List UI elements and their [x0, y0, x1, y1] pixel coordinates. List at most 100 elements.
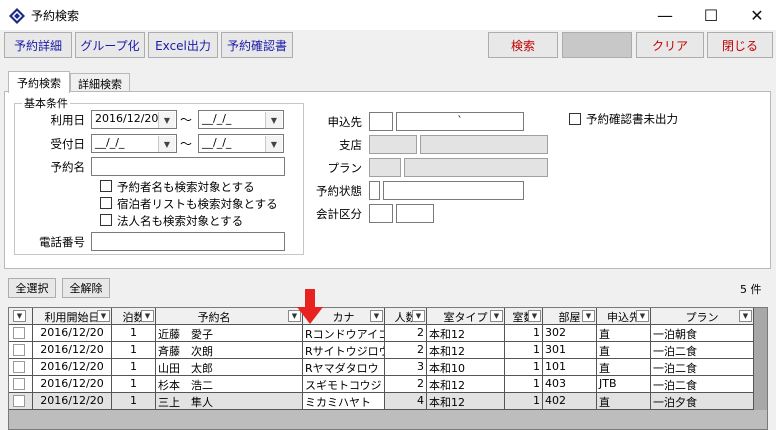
column-header-room[interactable]: 部屋 ▼	[543, 308, 597, 325]
tab-reservation-search[interactable]: 予約検索	[8, 71, 70, 93]
row-select-cell[interactable]	[9, 325, 33, 342]
excel-export-button[interactable]: Excel出力	[148, 32, 218, 58]
confirm-unprinted-checkbox[interactable]	[569, 113, 581, 125]
status-name-input[interactable]	[383, 181, 524, 200]
cell-kana[interactable]: Rヤマダタロウ	[303, 359, 385, 376]
cell-plan[interactable]: 一泊二食	[651, 342, 754, 359]
cell-booker-name[interactable]: 山田 太郎	[156, 359, 303, 376]
cell-booker-name[interactable]: 斉藤 次朗	[156, 342, 303, 359]
chevron-down-icon[interactable]: ▼	[97, 310, 110, 322]
cell-plan[interactable]: 一泊朝食	[651, 325, 754, 342]
header-select-all-dropdown[interactable]: ▼	[9, 308, 33, 325]
chevron-down-icon[interactable]: ▼	[158, 136, 175, 152]
branch-code-input[interactable]	[369, 135, 417, 154]
cell-applicant[interactable]: 直	[597, 325, 651, 342]
close-button[interactable]: 閉じる	[707, 32, 773, 58]
applicant-name-input[interactable]: `	[396, 112, 524, 131]
accept-date-to-field[interactable]: __/_/_ ▼	[198, 134, 284, 153]
row-checkbox[interactable]	[13, 395, 25, 407]
group-button[interactable]: グループ化	[75, 32, 145, 58]
booker-name-checkbox[interactable]	[100, 180, 112, 192]
cell-applicant[interactable]: 直	[597, 359, 651, 376]
cell-room[interactable]: 302	[543, 325, 597, 342]
plan-code-input[interactable]	[369, 158, 401, 177]
cell-nights[interactable]: 1	[112, 393, 156, 410]
column-header-nights[interactable]: 泊数 ▼	[112, 308, 156, 325]
cell-guests[interactable]: 3	[385, 359, 427, 376]
cell-booker-name[interactable]: 三上 隼人	[156, 393, 303, 410]
booker-name-input[interactable]	[91, 157, 285, 176]
cell-room-type[interactable]: 本和12	[427, 393, 505, 410]
chevron-down-icon[interactable]: ▼	[141, 310, 154, 322]
use-date-from-field[interactable]: 2016/12/20 ▼	[91, 110, 177, 129]
blank-button[interactable]	[562, 32, 632, 58]
row-checkbox[interactable]	[13, 344, 25, 356]
select-all-button[interactable]: 全選択	[8, 278, 56, 298]
cell-room[interactable]: 101	[543, 359, 597, 376]
cell-guests[interactable]: 2	[385, 342, 427, 359]
cell-applicant[interactable]: 直	[597, 342, 651, 359]
account-name-input[interactable]	[396, 204, 434, 223]
cell-room[interactable]: 402	[543, 393, 597, 410]
use-date-to-field[interactable]: __/_/_ ▼	[198, 110, 284, 129]
cell-applicant[interactable]: JTB	[597, 376, 651, 393]
cell-room-count[interactable]: 1	[505, 376, 543, 393]
row-select-cell[interactable]	[9, 376, 33, 393]
chevron-down-icon[interactable]: ▼	[582, 310, 595, 322]
column-header-applicant[interactable]: 申込先 ▼	[597, 308, 651, 325]
cell-guests[interactable]: 2	[385, 376, 427, 393]
cell-booker-name[interactable]: 近藤 愛子	[156, 325, 303, 342]
cell-start-date[interactable]: 2016/12/20	[33, 325, 112, 342]
chevron-down-icon[interactable]: ▼	[265, 112, 282, 128]
row-select-cell[interactable]	[9, 342, 33, 359]
row-checkbox[interactable]	[13, 378, 25, 390]
row-checkbox[interactable]	[13, 361, 25, 373]
cell-nights[interactable]: 1	[112, 342, 156, 359]
chevron-down-icon[interactable]: ▼	[739, 310, 752, 322]
cell-room-count[interactable]: 1	[505, 342, 543, 359]
row-select-cell[interactable]	[9, 359, 33, 376]
row-checkbox[interactable]	[13, 327, 25, 339]
cell-start-date[interactable]: 2016/12/20	[33, 342, 112, 359]
search-button[interactable]: 検索	[488, 32, 558, 58]
cell-room-type[interactable]: 本和10	[427, 359, 505, 376]
cell-nights[interactable]: 1	[112, 359, 156, 376]
close-window-button[interactable]: ✕	[734, 0, 776, 30]
account-code-input[interactable]	[369, 204, 393, 223]
chevron-down-icon[interactable]: ▼	[528, 310, 541, 322]
confirmation-doc-button[interactable]: 予約確認書	[221, 32, 293, 58]
cell-room[interactable]: 301	[543, 342, 597, 359]
cell-room-type[interactable]: 本和12	[427, 376, 505, 393]
clear-button[interactable]: クリア	[636, 32, 704, 58]
column-header-guests[interactable]: 人数 ▼	[385, 308, 427, 325]
cell-guests[interactable]: 4	[385, 393, 427, 410]
applicant-code-input[interactable]	[369, 112, 393, 131]
cell-room-type[interactable]: 本和12	[427, 325, 505, 342]
chevron-down-icon[interactable]: ▼	[158, 112, 175, 128]
chevron-down-icon[interactable]: ▼	[13, 310, 26, 322]
cell-room-count[interactable]: 1	[505, 359, 543, 376]
plan-name-input[interactable]	[404, 158, 548, 177]
cell-plan[interactable]: 一泊二食	[651, 359, 754, 376]
cell-room-count[interactable]: 1	[505, 393, 543, 410]
cell-nights[interactable]: 1	[112, 325, 156, 342]
cell-kana[interactable]: Rサイトウジロウ	[303, 342, 385, 359]
chevron-down-icon[interactable]: ▼	[412, 310, 425, 322]
tab-detail-search[interactable]: 詳細検索	[70, 73, 130, 93]
minimize-button[interactable]: —	[642, 0, 688, 30]
column-header-start-date[interactable]: 利用開始日 ▼	[33, 308, 112, 325]
phone-input[interactable]	[91, 232, 285, 251]
cell-kana[interactable]: スギモトコウジ	[303, 376, 385, 393]
guest-list-checkbox[interactable]	[100, 197, 112, 209]
column-header-room-type[interactable]: 室タイプ ▼	[427, 308, 505, 325]
cell-room-count[interactable]: 1	[505, 325, 543, 342]
cell-start-date[interactable]: 2016/12/20	[33, 393, 112, 410]
chevron-down-icon[interactable]: ▼	[636, 310, 649, 322]
deselect-all-button[interactable]: 全解除	[62, 278, 110, 298]
cell-start-date[interactable]: 2016/12/20	[33, 376, 112, 393]
branch-name-input[interactable]	[420, 135, 548, 154]
cell-booker-name[interactable]: 杉本 浩二	[156, 376, 303, 393]
cell-kana[interactable]: Rコンドウアイコ	[303, 325, 385, 342]
status-code-input[interactable]	[369, 181, 380, 200]
corporate-name-checkbox[interactable]	[100, 214, 112, 226]
